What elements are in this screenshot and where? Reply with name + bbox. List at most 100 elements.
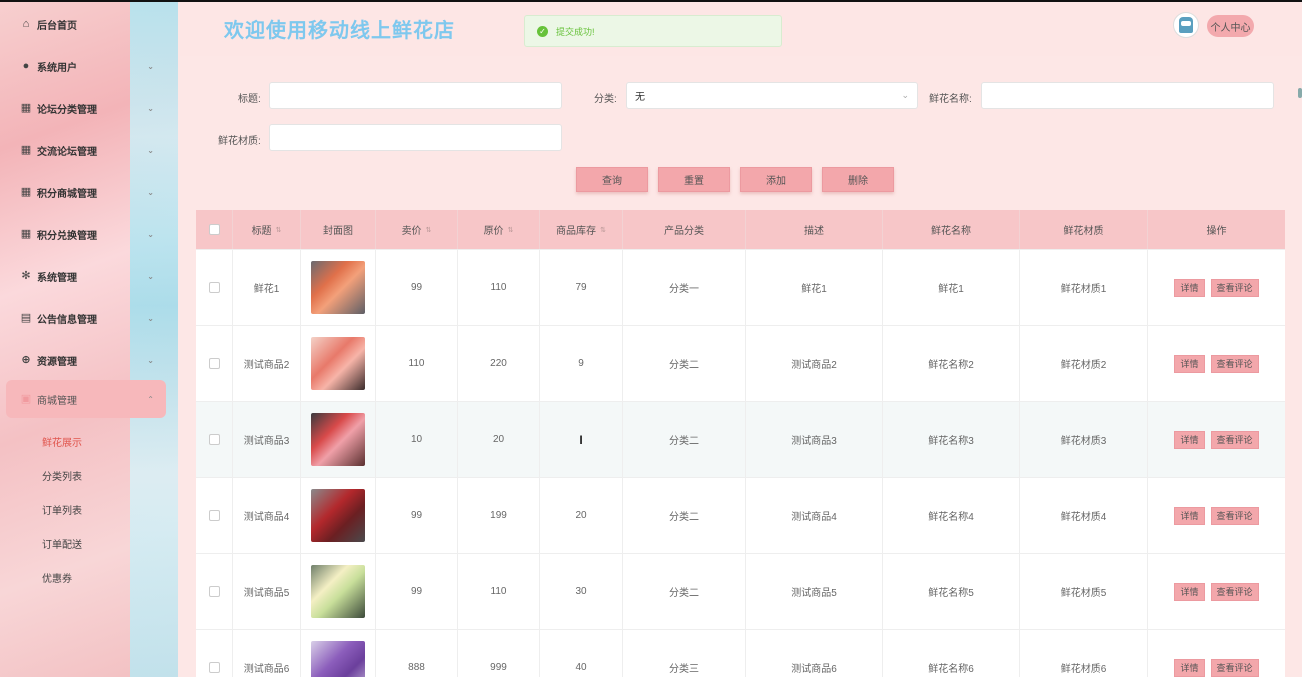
- stock-text: 40: [575, 662, 587, 673]
- detail-button[interactable]: 详情: [1174, 506, 1205, 525]
- detail-button[interactable]: 详情: [1174, 354, 1205, 373]
- view-comments-button[interactable]: 查看评论: [1210, 506, 1259, 525]
- menu-forum-category[interactable]: ▦ 论坛分类管理 ⌄: [6, 90, 166, 126]
- table-row[interactable]: 测试商品3 10 20 I 分类二 测试商品3 鲜花名称3 鲜花材质3 详情 查看评论: [196, 402, 1285, 478]
- menu-shop[interactable]: ▣ 商城管理 ⌃: [6, 380, 166, 418]
- original-text: 110: [490, 586, 507, 597]
- chevron-down-icon: ⌄: [147, 187, 154, 197]
- delete-button[interactable]: 删除: [822, 167, 894, 192]
- name-text: 鲜花名称3: [928, 436, 974, 447]
- submenu-category-list[interactable]: 分类列表: [42, 468, 82, 483]
- plus-circle-icon: ⊕: [21, 354, 31, 366]
- header-material: 鲜花材质: [1020, 210, 1148, 249]
- add-button[interactable]: 添加: [740, 167, 812, 192]
- category-select[interactable]: 无 ⌄: [626, 82, 918, 109]
- view-comments-button[interactable]: 查看评论: [1210, 430, 1259, 449]
- desc-cell: 测试商品4: [746, 478, 883, 553]
- menu-home[interactable]: ⌂ 后台首页: [6, 6, 166, 42]
- menu-system-users[interactable]: ● 系统用户 ⌄: [6, 48, 166, 84]
- price-text: 10: [410, 434, 423, 445]
- reset-button[interactable]: 重置: [658, 167, 730, 192]
- desc-text: 测试商品6: [791, 664, 837, 675]
- detail-button[interactable]: 详情: [1174, 278, 1205, 297]
- flower-name-cell: 鲜花名称2: [883, 326, 1020, 401]
- view-comments-button[interactable]: 查看评论: [1210, 278, 1259, 297]
- table-row[interactable]: 测试商品2 110 220 9 分类二 测试商品2 鲜花名称2 鲜花材质2 详情 查看评论: [196, 326, 1285, 402]
- actions-cell: 详情 查看评论: [1148, 478, 1285, 553]
- row-checkbox[interactable]: [208, 510, 220, 521]
- grid-icon: ▦: [20, 102, 32, 114]
- sort-icon[interactable]: ⇅: [508, 226, 514, 234]
- row-checkbox[interactable]: [208, 434, 220, 445]
- user-center-button[interactable]: 个人中心: [1207, 15, 1254, 37]
- menu-forum[interactable]: ▦ 交流论坛管理 ⌄: [6, 132, 166, 168]
- price-cell: 888: [376, 630, 458, 677]
- menu-resource[interactable]: ⊕ 资源管理 ⌄: [6, 342, 166, 378]
- view-comments-button[interactable]: 查看评论: [1210, 354, 1259, 373]
- flower-thumbnail[interactable]: [311, 413, 365, 466]
- submenu-order-list[interactable]: 订单列表: [42, 502, 82, 517]
- title-text: 测试商品6: [243, 664, 290, 675]
- stock-cell: 79: [540, 250, 623, 325]
- detail-button[interactable]: 详情: [1174, 658, 1205, 677]
- cover-cell: [301, 554, 376, 629]
- row-checkbox[interactable]: [208, 586, 220, 597]
- query-button[interactable]: 查询: [576, 167, 648, 192]
- actions-cell: 详情 查看评论: [1148, 326, 1285, 401]
- category-text: 分类二: [669, 360, 699, 371]
- material-input[interactable]: [269, 124, 562, 151]
- menu-points-mall[interactable]: ▦ 积分商城管理 ⌄: [6, 174, 166, 210]
- title-cell: 测试商品4: [233, 478, 301, 553]
- header-price[interactable]: 卖价 ⇅: [376, 210, 458, 249]
- detail-button[interactable]: 详情: [1174, 430, 1205, 449]
- desc-cell: 测试商品3: [746, 402, 883, 477]
- flower-thumbnail[interactable]: [311, 565, 365, 618]
- sort-icon[interactable]: ⇅: [426, 226, 432, 234]
- stock-cell: 30: [540, 554, 623, 629]
- table-row[interactable]: 测试商品6 888 999 40 分类三 测试商品6 鲜花名称6 鲜花材质6 详情 查看评论: [196, 630, 1285, 677]
- submenu-flower-display[interactable]: 鲜花展示: [42, 434, 82, 449]
- header-stock[interactable]: 商品库存 ⇅: [540, 210, 623, 249]
- avatar[interactable]: [1173, 12, 1199, 38]
- chevron-up-icon: ⌃: [147, 394, 154, 404]
- success-toast: ✓ 提交成功!: [524, 15, 782, 47]
- table-row[interactable]: 测试商品5 99 110 30 分类二 测试商品5 鲜花名称5 鲜花材质5 详情 查看评论: [196, 554, 1285, 630]
- stock-text: 9: [578, 358, 584, 369]
- detail-button[interactable]: 详情: [1174, 582, 1205, 601]
- sort-icon[interactable]: ⇅: [600, 226, 606, 234]
- menu-points-exchange[interactable]: ▦ 积分兑换管理 ⌄: [6, 216, 166, 252]
- title-input[interactable]: [269, 82, 562, 109]
- select-all-checkbox[interactable]: [208, 224, 220, 235]
- scrollbar[interactable]: [1298, 88, 1302, 98]
- menu-system[interactable]: ✻ 系统管理 ⌄: [6, 258, 166, 294]
- price-cell: 110: [376, 326, 458, 401]
- category-text: 分类三: [669, 664, 699, 675]
- material-text: 鲜花材质6: [1060, 664, 1107, 675]
- row-checkbox[interactable]: [208, 662, 220, 673]
- submenu-coupon[interactable]: 优惠券: [42, 570, 72, 585]
- flower-thumbnail[interactable]: [311, 337, 365, 390]
- header-title[interactable]: 标题 ⇅: [233, 210, 301, 249]
- chevron-down-icon: ⌄: [147, 355, 154, 365]
- header-original[interactable]: 原价 ⇅: [458, 210, 540, 249]
- row-checkbox[interactable]: [208, 282, 220, 293]
- table-row[interactable]: 鲜花1 99 110 79 分类一 鲜花1 鲜花1 鲜花材质1 详情 查看评论: [196, 250, 1285, 326]
- header: 欢迎使用移动线上鲜花店 ✓ 提交成功! 个人中心: [180, 2, 1302, 56]
- robot-icon: [1179, 17, 1193, 33]
- table-row[interactable]: 测试商品4 99 199 20 分类二 测试商品4 鲜花名称4 鲜花材质4 详情 查看评论: [196, 478, 1285, 554]
- menu-notice[interactable]: ▤ 公告信息管理 ⌄: [6, 300, 166, 336]
- submenu-order-delivery[interactable]: 订单配送: [42, 536, 82, 551]
- row-checkbox[interactable]: [208, 358, 220, 369]
- flower-thumbnail[interactable]: [311, 261, 365, 314]
- stock-text: 30: [575, 586, 587, 597]
- sort-icon[interactable]: ⇅: [276, 226, 282, 234]
- view-comments-button[interactable]: 查看评论: [1210, 658, 1259, 677]
- view-comments-button[interactable]: 查看评论: [1210, 582, 1259, 601]
- flower-thumbnail[interactable]: [311, 489, 365, 542]
- header-desc: 描述: [746, 210, 883, 249]
- stock-cell: 40: [540, 630, 623, 677]
- price-text: 99: [410, 510, 423, 521]
- flower-name-input[interactable]: [981, 82, 1274, 109]
- cover-cell: [301, 402, 376, 477]
- flower-thumbnail[interactable]: [311, 641, 365, 677]
